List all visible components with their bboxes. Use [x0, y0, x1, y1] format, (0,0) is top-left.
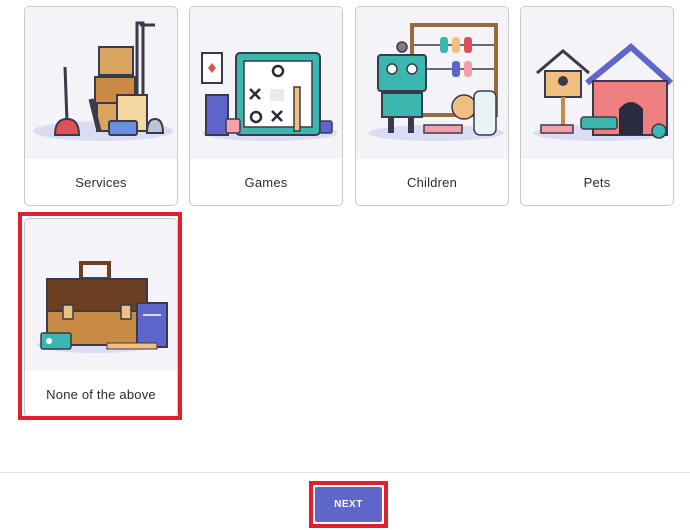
- option-card-pets[interactable]: Pets: [520, 6, 674, 206]
- children-illustration-icon: [356, 7, 508, 159]
- next-button[interactable]: NEXT: [315, 487, 382, 522]
- games-illustration-icon: [190, 7, 342, 159]
- pets-illustration-icon: [521, 7, 673, 159]
- option-card-children[interactable]: Children: [355, 6, 509, 206]
- option-card-games[interactable]: Games: [189, 6, 343, 206]
- footer-divider: [0, 472, 690, 473]
- briefcase-illustration-icon: [25, 219, 177, 371]
- option-label: Services: [75, 174, 127, 190]
- option-card-services[interactable]: Services: [24, 6, 178, 206]
- option-card-none-of-the-above[interactable]: None of the above: [24, 218, 178, 418]
- option-label: None of the above: [46, 386, 156, 402]
- services-illustration-icon: [25, 7, 177, 159]
- option-label: Children: [406, 174, 457, 190]
- next-button-highlight: NEXT: [309, 481, 388, 528]
- option-label: Games: [244, 174, 288, 190]
- option-label: Pets: [583, 174, 611, 190]
